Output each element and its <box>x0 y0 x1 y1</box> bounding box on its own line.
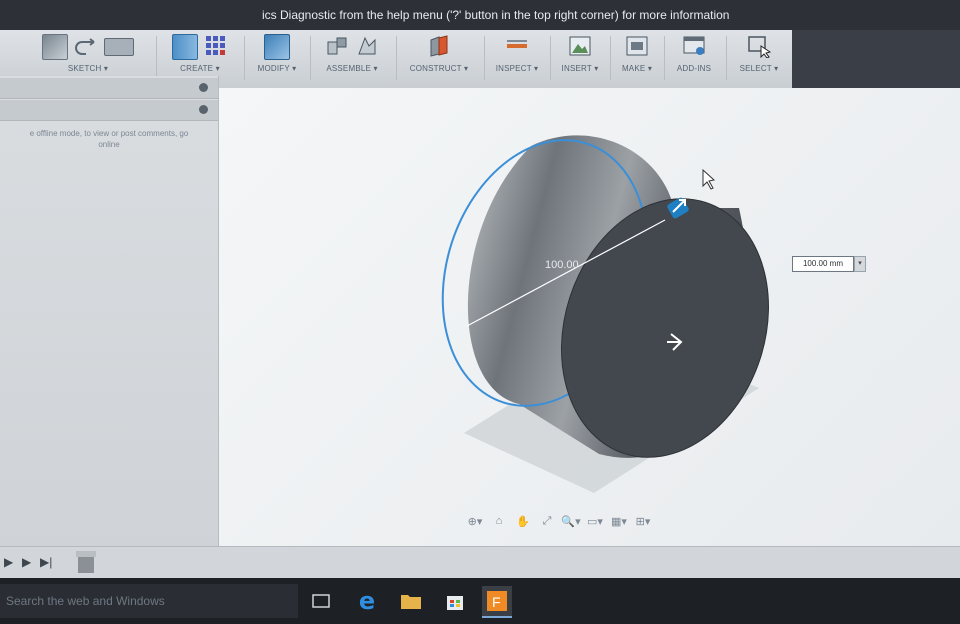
navigation-bar: ⊕▾ ⌂ ✋ ⤢ 🔍▾ ▭▾ ▦▾ ⊞▾ <box>452 512 666 530</box>
task-view-icon[interactable] <box>306 586 336 616</box>
comments-header <box>0 100 218 121</box>
sketch-menu-label: SKETCH ▾ <box>67 64 109 73</box>
taskbar-search-box[interactable]: Search the web and Windows <box>0 584 298 618</box>
modify-group[interactable]: MODIFY ▾ <box>246 30 308 88</box>
box-icon[interactable] <box>172 34 198 60</box>
browser-header <box>0 78 218 99</box>
add-ins-group[interactable]: ADD-INS <box>666 30 722 88</box>
insert-image-icon[interactable] <box>568 34 592 58</box>
timeline: ▶ ▶ ▶| <box>0 546 960 579</box>
create-menu-label: CREATE ▾ <box>180 64 220 73</box>
store-icon[interactable] <box>440 586 470 616</box>
toolbar-divider <box>726 36 727 80</box>
dimension-dropdown[interactable]: ▾ <box>854 256 866 272</box>
browser-panel: e offline mode, to view or post comments… <box>0 76 219 546</box>
create-sketch-icon[interactable] <box>42 34 68 60</box>
timeline-end-button[interactable]: ▶| <box>40 555 52 569</box>
select-group[interactable]: SELECT ▾ <box>728 30 790 88</box>
insert-group[interactable]: INSERT ▾ <box>552 30 608 88</box>
inspect-group[interactable]: INSPECT ▾ <box>486 30 548 88</box>
joint-icon[interactable] <box>355 34 379 58</box>
edge-browser-icon[interactable]: e <box>352 586 382 616</box>
toolbar-divider <box>244 36 245 80</box>
toolbar-divider <box>156 36 157 80</box>
select-cursor-icon[interactable] <box>747 34 771 58</box>
mouse-cursor-icon <box>702 168 716 190</box>
extrude-feature-icon[interactable] <box>74 549 98 577</box>
toolbar-divider <box>550 36 551 80</box>
svg-text:F: F <box>492 594 501 610</box>
measure-icon[interactable] <box>505 34 529 58</box>
notification-text: ics Diagnostic from the help menu ('?' b… <box>262 8 730 22</box>
insert-menu-label: INSERT ▾ <box>561 64 599 73</box>
display-settings-icon[interactable]: ▭▾ <box>585 515 605 528</box>
timeline-play-button[interactable]: ▶ <box>4 555 13 569</box>
assemble-menu-label: ASSEMBLE ▾ <box>326 64 378 73</box>
toolbar-divider <box>310 36 311 80</box>
toolbar-divider <box>610 36 611 80</box>
inspect-menu-label: INSPECT ▾ <box>495 64 539 73</box>
fusion360-app-icon[interactable]: F <box>482 586 512 618</box>
pan-icon[interactable]: ✋ <box>513 515 533 528</box>
panel-options-icon[interactable] <box>199 83 208 92</box>
toolbar-divider <box>484 36 485 80</box>
offline-message-line: e offline mode, to view or post comments… <box>29 129 189 138</box>
toolbar-divider <box>664 36 665 80</box>
orbit-icon[interactable]: ⊕▾ <box>465 515 485 528</box>
make-group[interactable]: MAKE ▾ <box>612 30 662 88</box>
offset-plane-icon[interactable] <box>427 34 451 58</box>
notification-bar: ics Diagnostic from the help menu ('?' b… <box>0 0 960 30</box>
assemble-group[interactable]: ASSEMBLE ▾ <box>312 30 392 88</box>
rectangle-icon[interactable] <box>104 38 134 56</box>
add-ins-menu-label: ADD-INS <box>676 64 712 73</box>
canvas-viewport[interactable]: 100.00 <box>219 88 960 546</box>
construct-group[interactable]: CONSTRUCT ▾ <box>398 30 480 88</box>
modify-menu-label: MODIFY ▾ <box>257 64 297 73</box>
comments-options-icon[interactable] <box>199 105 208 114</box>
3d-print-icon[interactable] <box>625 34 649 58</box>
pattern-icon[interactable] <box>204 34 228 58</box>
look-at-icon[interactable]: ⌂ <box>489 515 509 527</box>
select-menu-label: SELECT ▾ <box>739 64 779 73</box>
dimension-input[interactable]: 100.00 mm <box>792 256 854 272</box>
model-view[interactable]: 100.00 <box>219 88 960 546</box>
offline-message-line: online <box>98 140 120 149</box>
file-explorer-icon[interactable] <box>396 586 426 616</box>
diameter-dimension-label: 100.00 <box>545 259 579 271</box>
new-component-icon[interactable] <box>325 34 349 58</box>
scripts-addins-icon[interactable] <box>682 34 706 58</box>
toolbar-divider <box>396 36 397 80</box>
windows-taskbar: Search the web and Windows e F <box>0 578 960 624</box>
construct-menu-label: CONSTRUCT ▾ <box>409 64 469 73</box>
viewports-icon[interactable]: ⊞▾ <box>633 515 653 528</box>
make-menu-label: MAKE ▾ <box>621 64 653 73</box>
arc-icon[interactable] <box>74 34 98 58</box>
offline-message: e offline mode, to view or post comments… <box>0 128 218 150</box>
zoom-icon[interactable]: 🔍▾ <box>561 515 581 528</box>
timeline-next-button[interactable]: ▶ <box>22 555 31 569</box>
grid-settings-icon[interactable]: ▦▾ <box>609 515 629 528</box>
zoom-window-icon[interactable]: ⤢ <box>537 515 557 528</box>
press-pull-icon[interactable] <box>264 34 290 60</box>
